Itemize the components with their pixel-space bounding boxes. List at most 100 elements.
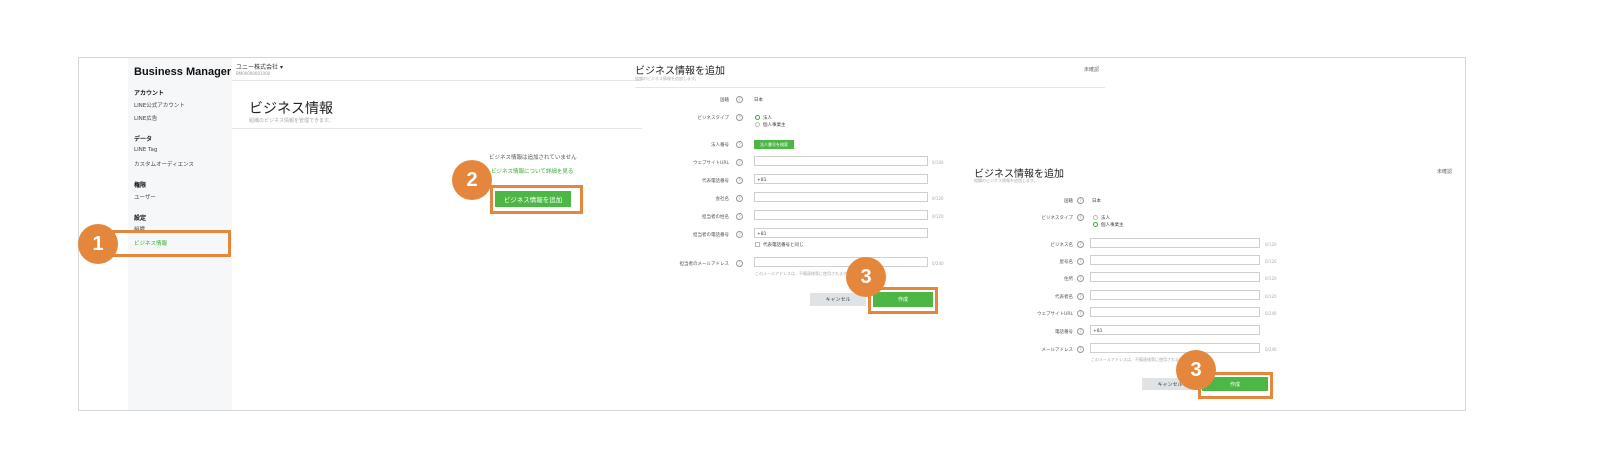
- screenshot-frame: Business Manager ユニー株式会社 ▾ BM00000001000…: [78, 57, 1466, 411]
- help-icon: ?: [1077, 214, 1084, 221]
- sidebar-item-line-ads[interactable]: LINE広告: [134, 114, 157, 122]
- ind-country-label: 国籍: [1064, 199, 1073, 204]
- step-3-badge-corporate: 3: [846, 257, 886, 297]
- ind-website-input[interactable]: [1090, 307, 1260, 317]
- corporate-form-subtitle: 組織のビジネス情報を追加します。: [635, 76, 699, 81]
- step-1-badge: 1: [78, 224, 118, 264]
- corporate-header-divider: [635, 87, 1105, 88]
- corp-type-radio-individual[interactable]: [755, 122, 760, 127]
- help-icon: ?: [736, 260, 743, 267]
- brand-logo: Business Manager: [134, 66, 232, 78]
- corp-contact-phone-input[interactable]: [754, 228, 928, 238]
- header-divider: [232, 80, 642, 81]
- corporate-form-title: ビジネス情報を追加: [635, 66, 725, 77]
- corp-number-label: 法人番号: [711, 143, 729, 148]
- sidebar-heading-account: アカウント: [134, 90, 165, 97]
- step-3-badge-individual: 3: [1176, 350, 1216, 390]
- ind-trade-name-label: 屋号名: [1059, 260, 1074, 265]
- ind-type-option-individual: 個人事業主: [1101, 223, 1124, 228]
- step-2-badge: 2: [452, 160, 492, 200]
- ind-email-label: メールアドレス: [1041, 348, 1074, 353]
- corp-website-input[interactable]: [754, 156, 928, 166]
- help-icon: ?: [736, 195, 743, 202]
- corp-manager-input[interactable]: [754, 210, 928, 220]
- ind-trade-name-count: 0/120: [1265, 259, 1277, 264]
- sidebar-item-custom-audience[interactable]: カスタムオーディエンス: [134, 160, 194, 168]
- account-selector[interactable]: ユニー株式会社 ▾: [236, 62, 283, 71]
- corp-phone-label: 代表電話番号: [702, 179, 729, 184]
- corp-number-search-button[interactable]: 法人番号を検索: [754, 140, 794, 149]
- account-id: BM00000001000: [236, 71, 271, 76]
- ind-address-input[interactable]: [1090, 272, 1260, 282]
- ind-phone-input[interactable]: [1090, 325, 1260, 335]
- help-icon: ?: [1077, 275, 1084, 282]
- title-divider: [232, 128, 642, 129]
- corp-email-count: 0/240: [932, 261, 944, 266]
- ind-type-option-corporate: 法人: [1101, 216, 1110, 221]
- corp-manager-label: 担当者の姓名: [702, 215, 729, 220]
- ind-type-radio-individual[interactable]: [1093, 222, 1098, 227]
- corp-phone-input[interactable]: [754, 174, 928, 184]
- help-icon: ?: [736, 141, 743, 148]
- ind-website-label: ウェブサイトURL: [1037, 312, 1073, 317]
- corp-company-label: 会社名: [715, 197, 730, 202]
- help-icon: ?: [736, 213, 743, 220]
- ind-rep-input[interactable]: [1090, 290, 1260, 300]
- individual-form-subtitle: 組織のビジネス情報を追加します。: [974, 178, 1038, 183]
- ind-website-count: 0/240: [1265, 311, 1277, 316]
- ind-business-name-label: ビジネス名: [1050, 243, 1074, 248]
- ind-phone-prefix: +81: [1093, 329, 1103, 334]
- help-icon: ?: [1077, 328, 1084, 335]
- sidebar-item-users[interactable]: ユーザー: [134, 193, 156, 201]
- help-icon: ?: [736, 96, 743, 103]
- sidebar-item-line-official[interactable]: LINE公式アカウント: [134, 101, 185, 109]
- ind-address-count: 0/120: [1265, 276, 1277, 281]
- corp-email-input[interactable]: [754, 257, 928, 267]
- learn-more-link[interactable]: ビジネス情報について詳細を見る: [491, 167, 573, 175]
- same-as-rep-label: 代表電話番号と同じ: [763, 243, 804, 248]
- corp-type-label: ビジネスタイプ: [697, 116, 730, 121]
- ind-trade-name-input[interactable]: [1090, 255, 1260, 265]
- page-title: ビジネス情報: [249, 101, 333, 117]
- corp-contact-phone-label: 担当者の電話番号: [693, 233, 729, 238]
- sidebar-heading-data: データ: [134, 136, 153, 143]
- page-subtitle: 組織のビジネス情報を管理できます。: [249, 118, 334, 124]
- help-icon: ?: [736, 159, 743, 166]
- ind-country-value: 日本: [1092, 199, 1101, 204]
- sidebar-heading-permissions: 権限: [134, 182, 147, 189]
- corp-website-label: ウェブサイトURL: [693, 161, 729, 166]
- ind-business-name-count: 0/120: [1265, 242, 1277, 247]
- help-icon: ?: [1077, 197, 1084, 204]
- help-icon: ?: [736, 231, 743, 238]
- corp-contact-phone-prefix: +81: [757, 232, 767, 237]
- sidebar-item-line-tag[interactable]: LINE Tag: [134, 147, 157, 153]
- ind-phone-label: 電話番号: [1055, 330, 1073, 335]
- corp-country-value: 日本: [754, 98, 763, 103]
- ind-email-count: 0/240: [1265, 347, 1277, 352]
- help-icon: ?: [1077, 346, 1084, 353]
- corp-email-label: 担当者のメールアドレス: [679, 262, 730, 267]
- corp-email-hint: このメールアドレスは、不備連絡等に使用されます。: [755, 271, 851, 276]
- ind-type-label: ビジネスタイプ: [1041, 216, 1074, 221]
- corp-company-count: 0/120: [932, 196, 944, 201]
- help-icon: ?: [1077, 310, 1084, 317]
- corporate-status-badge: 未確認: [1084, 67, 1100, 73]
- corp-company-input[interactable]: [754, 192, 928, 202]
- ind-email-hint: このメールアドレスは、不備連絡等に使用されます。: [1091, 357, 1187, 362]
- corp-country-label: 国籍: [720, 98, 729, 103]
- ind-business-name-input[interactable]: [1090, 238, 1260, 248]
- ind-email-input[interactable]: [1090, 343, 1260, 353]
- step-2-highlight: [490, 185, 583, 214]
- corp-manager-count: 0/120: [932, 214, 944, 219]
- ind-address-label: 住所: [1064, 277, 1073, 282]
- corp-type-option-individual: 個人事業主: [763, 123, 786, 128]
- corp-type-radio-corporate[interactable]: [755, 115, 760, 120]
- corp-phone-prefix: +81: [757, 178, 767, 183]
- ind-rep-count: 0/120: [1265, 294, 1277, 299]
- help-icon: ?: [1077, 241, 1084, 248]
- ind-type-radio-corporate[interactable]: [1093, 215, 1098, 220]
- individual-status-badge: 未確認: [1437, 169, 1453, 175]
- step-1-highlight: [107, 230, 231, 257]
- same-as-rep-checkbox[interactable]: [755, 242, 760, 247]
- help-icon: ?: [736, 114, 743, 121]
